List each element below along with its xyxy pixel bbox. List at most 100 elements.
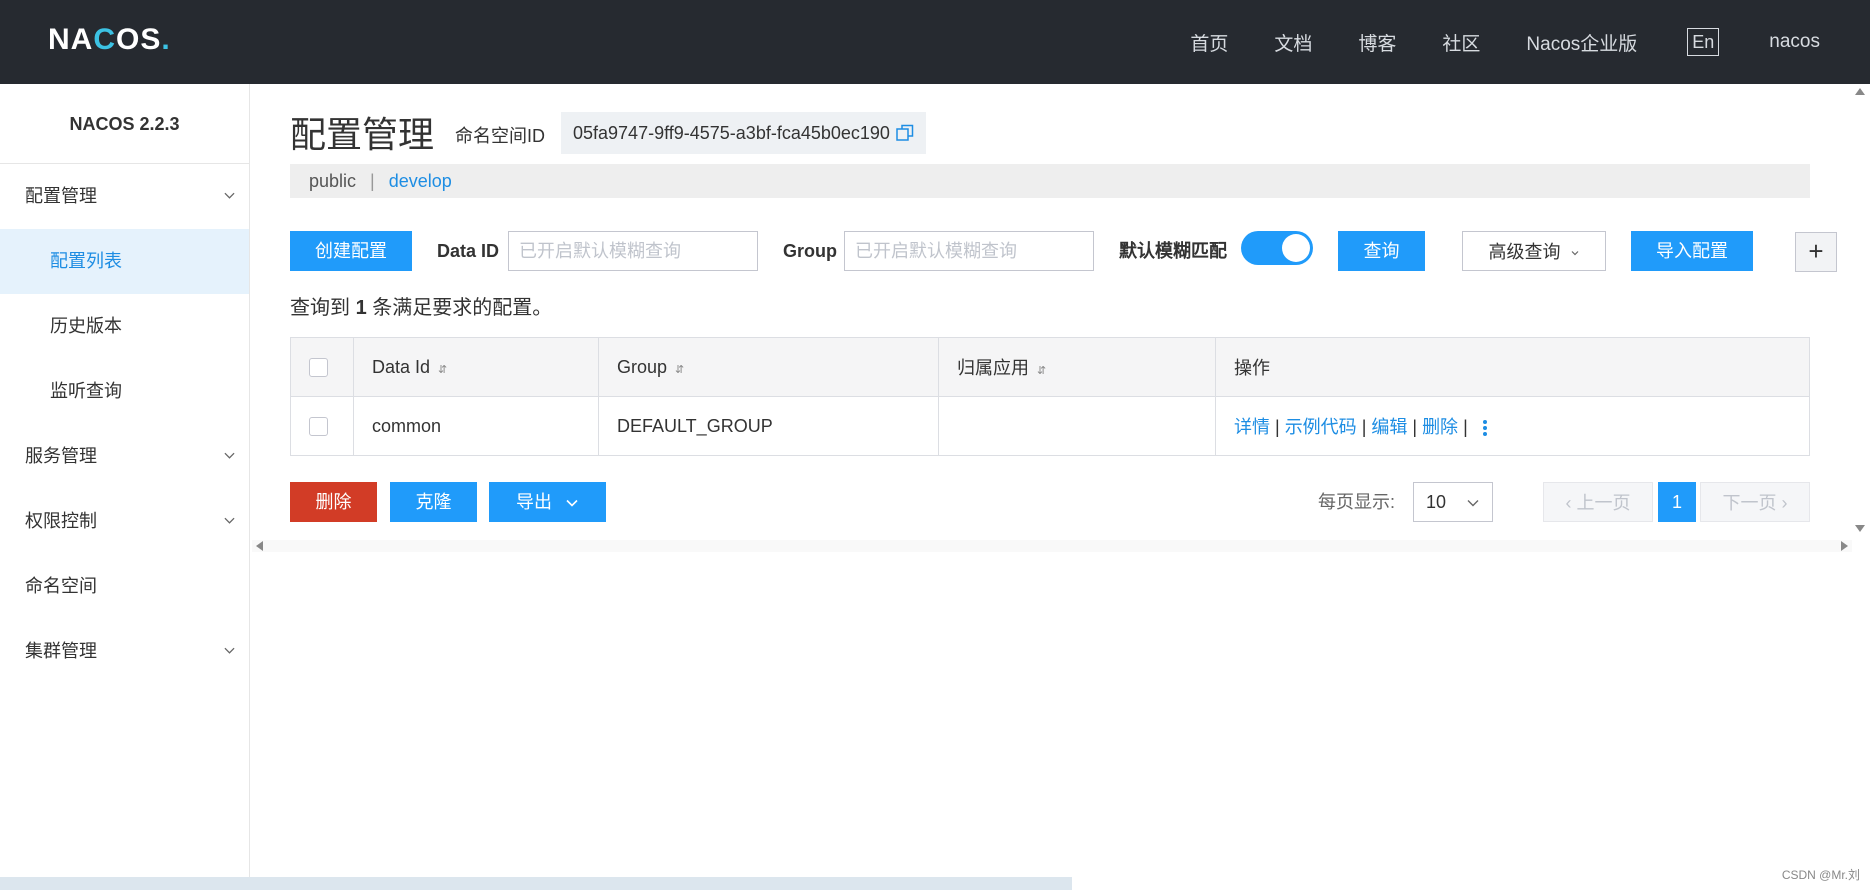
import-config-button[interactable]: 导入配置	[1631, 231, 1753, 271]
top-nav: 首页 文档 博客 社区 Nacos企业版 En nacos	[1144, 0, 1820, 84]
chevron-down-icon	[1571, 251, 1578, 256]
namespace-id-box: 05fa9747-9ff9-4575-a3bf-fca45b0ec190	[561, 112, 926, 154]
plus-icon[interactable]: +	[1795, 232, 1837, 272]
sidebar-item-config-management[interactable]: 配置管理	[0, 164, 249, 229]
search-toolbar: 创建配置 Data ID Group 默认模糊匹配 查询 高级查询 导入配置 +	[290, 231, 1850, 273]
edit-link[interactable]: 编辑	[1371, 417, 1407, 437]
cell-data-id: common	[353, 396, 599, 456]
namespace-separator: |	[370, 170, 375, 191]
sidebar-item-service-management[interactable]: 服务管理	[0, 424, 249, 489]
sidebar-item-label: 命名空间	[25, 576, 97, 596]
scroll-up-arrow-icon[interactable]	[1855, 88, 1865, 95]
details-link[interactable]: 详情	[1234, 417, 1270, 437]
result-summary: 查询到 1 条满足要求的配置。	[290, 297, 553, 319]
cell-group: DEFAULT_GROUP	[598, 396, 939, 456]
cell-operations: 详情 | 示例代码 | 编辑 | 删除 |	[1215, 396, 1810, 456]
chevron-down-icon	[224, 192, 235, 199]
user-name[interactable]: nacos	[1769, 31, 1820, 53]
fuzzy-match-toggle[interactable]	[1241, 231, 1313, 265]
column-header-operations: 操作	[1215, 337, 1810, 397]
sort-icon[interactable]: ⇵	[438, 364, 447, 376]
prev-page-button[interactable]: ‹ 上一页	[1543, 482, 1653, 522]
result-count: 1	[355, 297, 367, 319]
scroll-right-arrow-icon[interactable]	[1841, 541, 1848, 551]
per-page-value: 10	[1426, 491, 1447, 512]
export-dropdown-button[interactable]: 导出	[489, 482, 606, 522]
delete-link[interactable]: 删除	[1422, 417, 1458, 437]
namespace-id-value: 05fa9747-9ff9-4575-a3bf-fca45b0ec190	[573, 122, 890, 143]
row-checkbox[interactable]	[309, 417, 328, 437]
vertical-scrollbar[interactable]	[1850, 84, 1870, 536]
namespace-bar: public | develop	[290, 164, 1810, 198]
taskbar-strip	[0, 877, 1072, 890]
sort-icon[interactable]: ⇵	[1037, 365, 1046, 377]
version-label: NACOS 2.2.3	[0, 84, 249, 164]
copy-icon[interactable]	[896, 124, 914, 142]
clone-button[interactable]: 克隆	[390, 482, 477, 522]
cell-app	[938, 396, 1216, 456]
advanced-search-dropdown[interactable]: 高级查询	[1462, 231, 1606, 271]
scroll-left-arrow-icon[interactable]	[256, 541, 263, 551]
delete-button[interactable]: 删除	[290, 482, 377, 522]
chevron-down-icon	[1467, 500, 1479, 507]
sidebar-item-label: 集群管理	[25, 641, 97, 661]
nav-docs[interactable]: 文档	[1274, 29, 1312, 56]
nacos-logo[interactable]: NA C OS.	[48, 23, 171, 56]
namespace-id-label: 命名空间ID	[455, 126, 545, 146]
nav-enterprise[interactable]: Nacos企业版	[1526, 29, 1637, 56]
scroll-down-arrow-icon[interactable]	[1855, 525, 1865, 532]
data-id-label: Data ID	[437, 241, 500, 261]
sample-code-link[interactable]: 示例代码	[1285, 417, 1357, 437]
group-input[interactable]	[844, 231, 1094, 271]
namespace-public[interactable]: public	[309, 171, 356, 192]
nav-community[interactable]: 社区	[1442, 29, 1480, 56]
data-id-input[interactable]	[508, 231, 758, 271]
sidebar-item-config-list[interactable]: 配置列表	[0, 229, 249, 294]
chevron-left-icon: ‹	[1565, 493, 1577, 513]
watermark: CSDN @Mr.刘	[1781, 868, 1860, 882]
nav-home[interactable]: 首页	[1190, 29, 1228, 56]
language-toggle[interactable]: En	[1687, 28, 1720, 56]
select-all-cell	[290, 337, 354, 397]
row-select-cell	[290, 396, 354, 456]
sidebar-item-label: 服务管理	[25, 446, 97, 466]
sidebar: NACOS 2.2.3 配置管理 配置列表 历史版本 监听查询 服务管理 权限控…	[0, 84, 250, 890]
table-header-row: Data Id ⇵ Group ⇵ 归属应用 ⇵ 操作	[290, 337, 1810, 397]
page-title: 配置管理	[290, 114, 435, 155]
chevron-right-icon: ›	[1776, 493, 1788, 513]
top-bar: NA C OS. 首页 文档 博客 社区 Nacos企业版 En nacos	[0, 0, 1870, 84]
next-page-button[interactable]: 下一页 ›	[1700, 482, 1810, 522]
chevron-down-icon	[224, 517, 235, 524]
search-button[interactable]: 查询	[1338, 231, 1425, 271]
group-label: Group	[783, 241, 837, 261]
advanced-search-label: 高级查询	[1488, 242, 1561, 262]
chevron-down-icon	[224, 452, 235, 459]
sort-icon[interactable]: ⇵	[675, 364, 684, 376]
sidebar-item-label: 权限控制	[25, 511, 97, 531]
create-config-button[interactable]: 创建配置	[290, 231, 412, 271]
fuzzy-match-label: 默认模糊匹配	[1119, 241, 1227, 261]
current-page-button[interactable]: 1	[1658, 482, 1696, 522]
export-label: 导出	[515, 492, 552, 512]
main-content: 配置管理 命名空间ID 05fa9747-9ff9-4575-a3bf-fca4…	[250, 84, 1850, 890]
select-all-checkbox[interactable]	[309, 358, 328, 378]
horizontal-scrollbar[interactable]	[252, 540, 1852, 552]
column-header-group[interactable]: Group ⇵	[598, 337, 939, 397]
sidebar-item-label: 配置管理	[25, 186, 97, 206]
column-header-data-id[interactable]: Data Id ⇵	[353, 337, 599, 397]
table-footer: 删除 克隆 导出 每页显示: 10 ‹ 上一页 1 下一页 ›	[290, 482, 1810, 524]
config-table: Data Id ⇵ Group ⇵ 归属应用 ⇵ 操作 common DEFAULT_…	[290, 337, 1810, 456]
namespace-develop[interactable]: develop	[389, 171, 452, 192]
sidebar-item-cluster-management[interactable]: 集群管理	[0, 619, 249, 684]
per-page-select[interactable]: 10	[1413, 482, 1493, 522]
chevron-down-icon	[566, 499, 578, 507]
nav-blog[interactable]: 博客	[1358, 29, 1396, 56]
table-row: common DEFAULT_GROUP 详情 | 示例代码 | 编辑 | 删除 |	[290, 396, 1810, 456]
more-vertical-icon[interactable]	[1481, 418, 1489, 438]
column-header-app[interactable]: 归属应用 ⇵	[938, 337, 1216, 397]
sidebar-item-namespace[interactable]: 命名空间	[0, 554, 249, 619]
chevron-down-icon	[224, 647, 235, 654]
sidebar-item-history[interactable]: 历史版本	[0, 294, 249, 359]
sidebar-item-access-control[interactable]: 权限控制	[0, 489, 249, 554]
sidebar-item-listener-query[interactable]: 监听查询	[0, 359, 249, 424]
